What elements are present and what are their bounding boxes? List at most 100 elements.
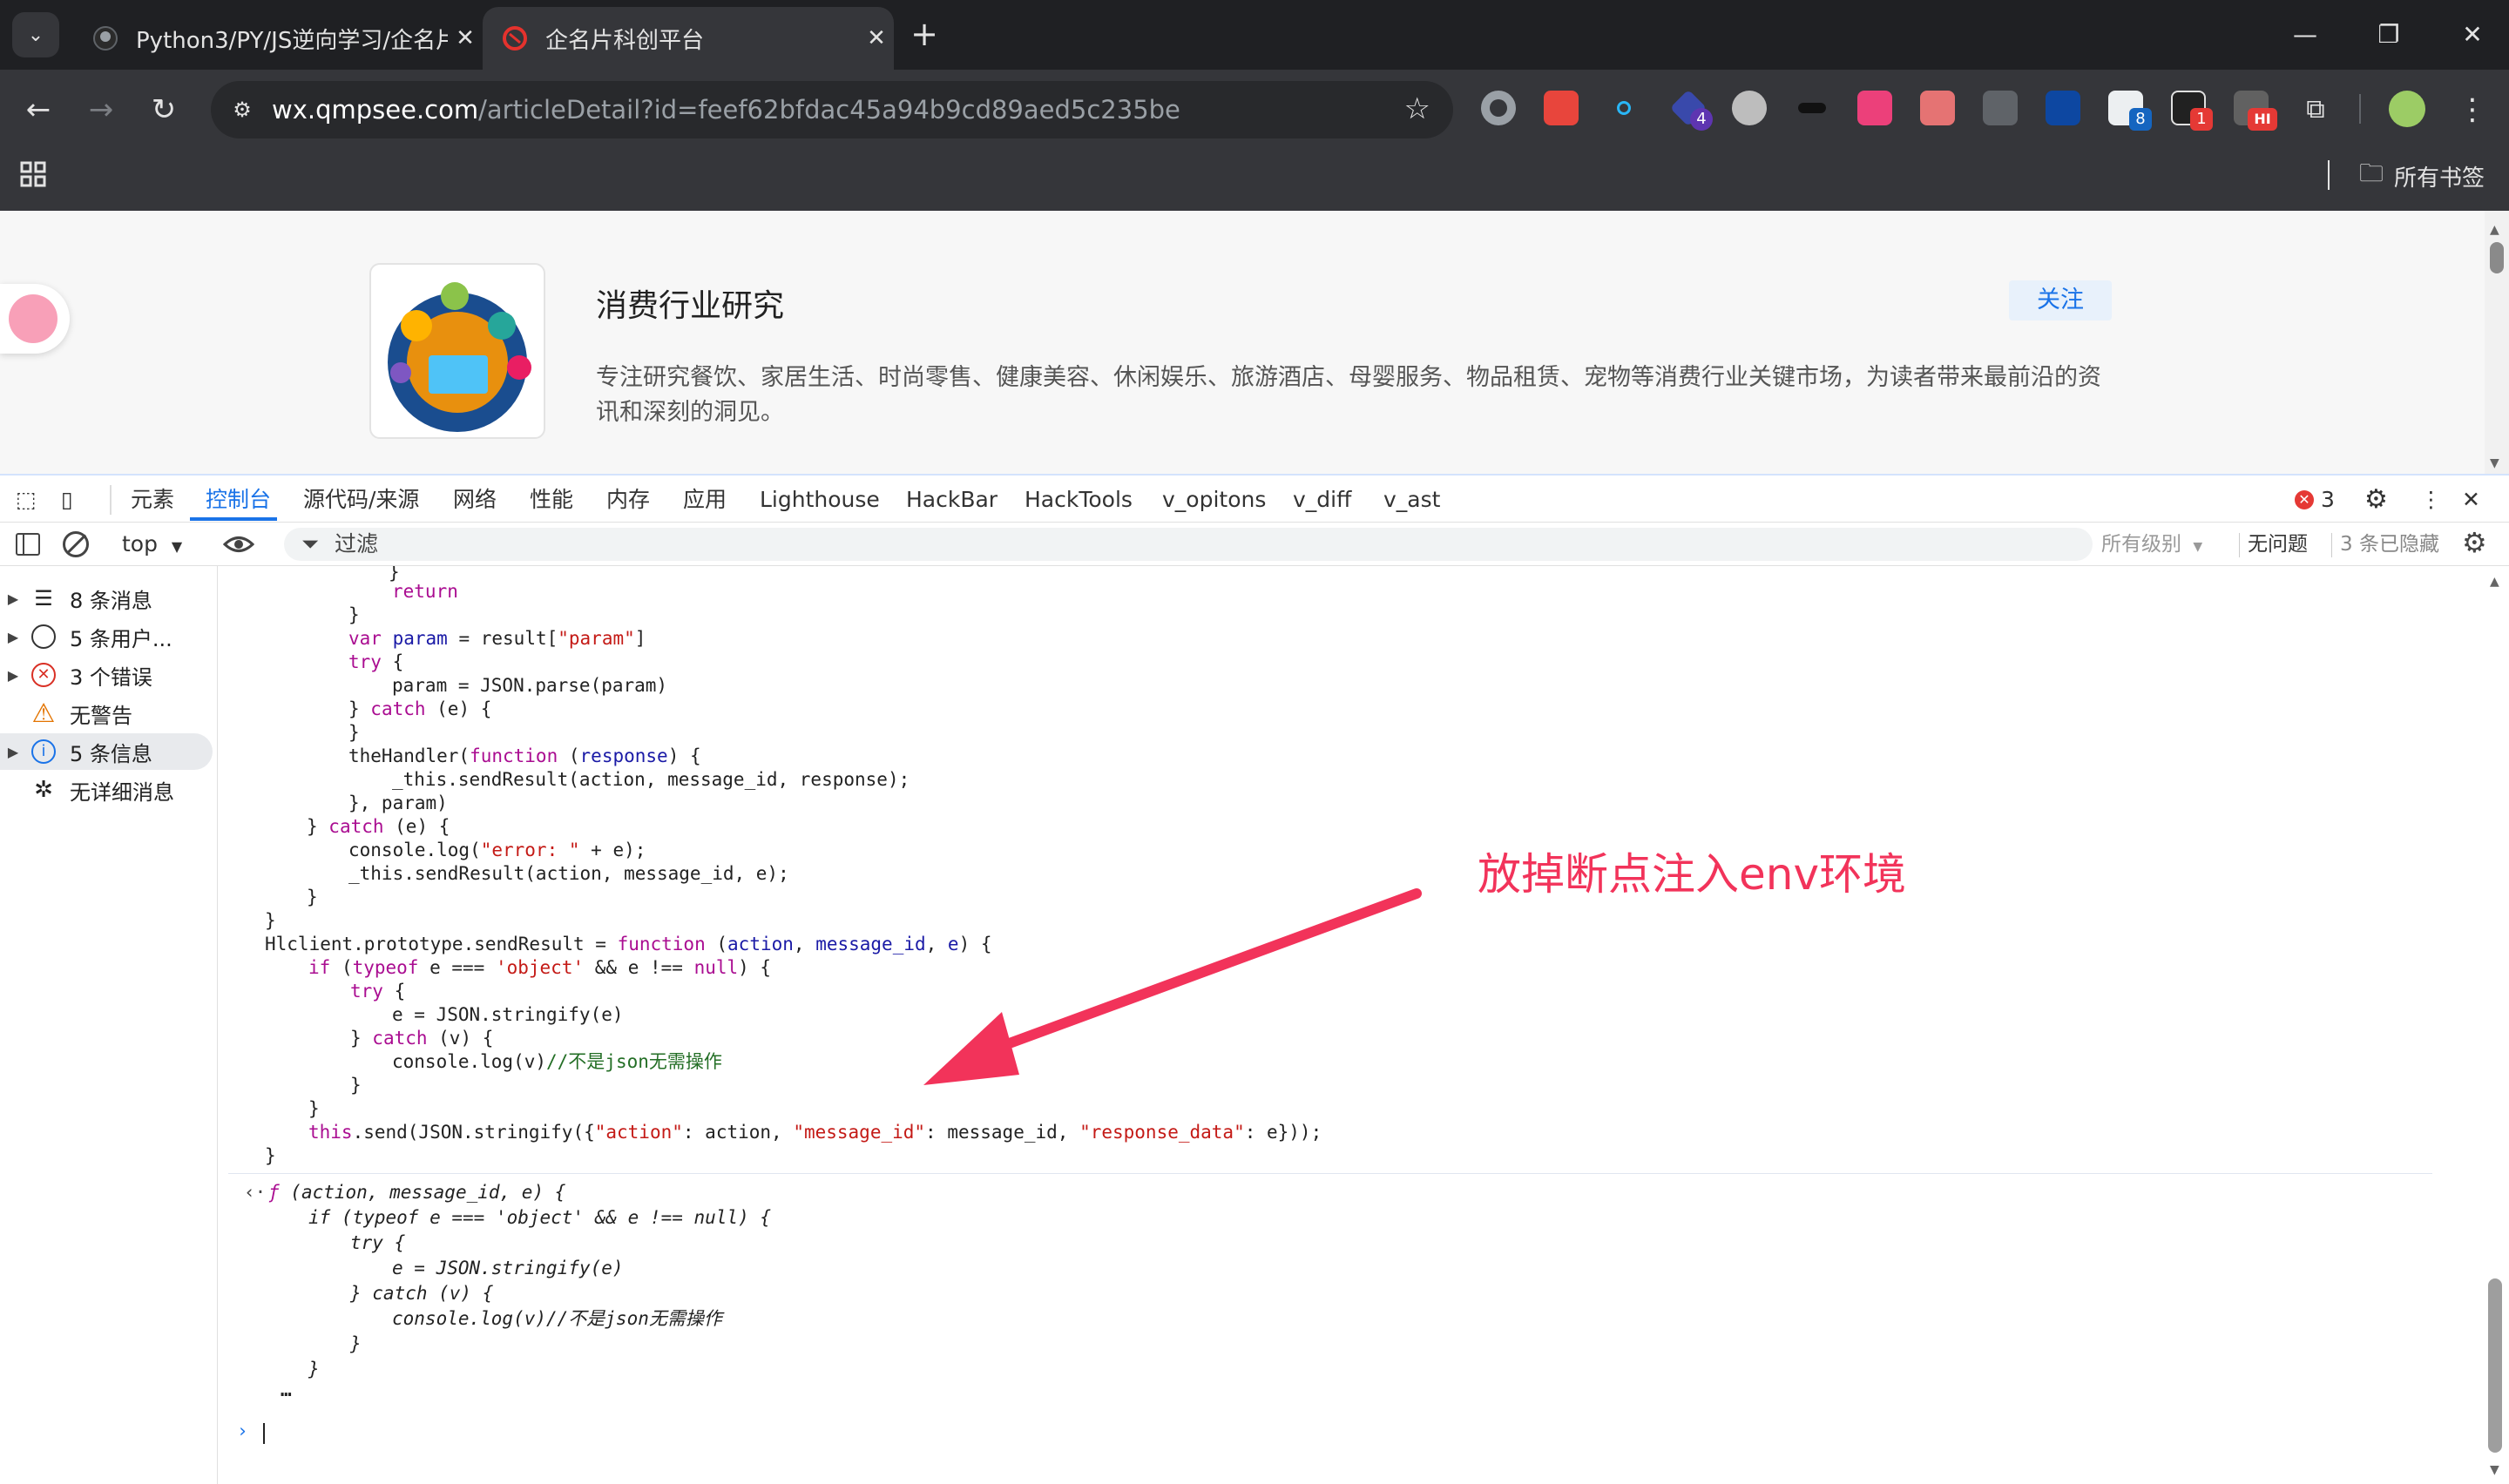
- tab-github[interactable]: Python3/PY/JS逆向学习/企名片 ✕: [73, 7, 483, 70]
- code-line: return: [392, 581, 458, 602]
- sidebar-item-label: 5 条用户...: [70, 626, 172, 651]
- extension-7-icon[interactable]: [1857, 91, 1892, 125]
- console-scroll-thumb[interactable]: [2488, 1278, 2502, 1453]
- scroll-up-icon[interactable]: ▲: [2490, 223, 2499, 237]
- extensions-puzzle-icon[interactable]: ⧉: [2296, 91, 2335, 129]
- message-separator: [228, 1173, 2432, 1174]
- new-tab-button[interactable]: +: [906, 16, 943, 52]
- sidebar-item-label: 5 条信息: [70, 741, 152, 766]
- page-scroll-thumb[interactable]: [2490, 242, 2504, 273]
- address-bar[interactable]: ⚙ wx.qmpsee.com /articleDetail?id=feef62…: [211, 81, 1453, 138]
- sidebar-item-verbose[interactable]: ✲ 无详细消息: [0, 772, 213, 808]
- site-info-icon[interactable]: ⚙: [225, 98, 260, 122]
- code-line: }: [348, 722, 360, 743]
- tab-hacktools[interactable]: HackTools: [1025, 476, 1133, 524]
- page-scrollbar[interactable]: ▲ ▼: [2485, 211, 2509, 474]
- follow-button[interactable]: 关注: [2009, 280, 2112, 320]
- restore-button[interactable]: ❐: [2370, 17, 2408, 52]
- extension-10-icon[interactable]: [2046, 91, 2080, 125]
- tab-sources[interactable]: 源代码/来源: [303, 476, 419, 524]
- expand-arrow-icon[interactable]: ▶: [0, 629, 26, 645]
- filter-icon: ⏷: [301, 531, 320, 556]
- expand-arrow-icon[interactable]: ▶: [0, 590, 26, 607]
- devtools-settings-icon[interactable]: ⚙: [2364, 476, 2388, 524]
- sidebar-toggle-icon[interactable]: [16, 533, 40, 556]
- tab-search-button[interactable]: ⌄: [12, 12, 59, 57]
- tab-memory[interactable]: 内存: [606, 476, 650, 524]
- close-tab-icon[interactable]: ✕: [859, 25, 894, 51]
- active-tab-indicator: [190, 517, 277, 521]
- browser-window: ⌄ Python3/PY/JS逆向学习/企名片 ✕ 企名片科创平台 ✕ + — …: [0, 0, 2509, 1484]
- toolbar-divider: [2359, 94, 2361, 124]
- extension-5-icon[interactable]: [1732, 91, 1767, 125]
- chevron-down-icon: ⌄: [27, 24, 44, 46]
- list-icon: ☰: [34, 586, 53, 610]
- close-window-button[interactable]: ✕: [2453, 17, 2492, 52]
- tab-lighthouse[interactable]: Lighthouse: [760, 476, 880, 524]
- console-input-caret[interactable]: [263, 1423, 265, 1444]
- code-line: try {: [348, 651, 404, 672]
- filter-input[interactable]: ⏷ 过滤: [284, 528, 2093, 561]
- bookmark-star-icon[interactable]: ☆: [1404, 91, 1430, 126]
- page-description: 专注研究餐饮、家居生活、时尚零售、健康美容、休闲娱乐、旅游酒店、母婴服务、物品租…: [596, 364, 2101, 426]
- result-line: if (typeof e === 'object' && e !== null)…: [308, 1207, 772, 1228]
- expand-arrow-icon[interactable]: ▶: [0, 667, 26, 684]
- extension-3-icon[interactable]: [1606, 91, 1641, 125]
- minimize-button[interactable]: —: [2286, 17, 2324, 52]
- sidebar-item-errors[interactable]: ▶ ✕ 3 个错误: [0, 657, 213, 693]
- code-line: _this.sendResult(action, message_id, res…: [392, 769, 910, 790]
- browser-menu-icon[interactable]: ⋮: [2453, 91, 2492, 129]
- extension-8-icon[interactable]: [1920, 91, 1955, 125]
- tab-performance[interactable]: 性能: [530, 476, 573, 524]
- devtools-close-icon[interactable]: ✕: [2462, 476, 2480, 524]
- expand-arrow-icon[interactable]: ▶: [0, 744, 26, 760]
- user-icon: [26, 623, 61, 651]
- translate-button[interactable]: [0, 284, 70, 354]
- extension-2-icon[interactable]: [1544, 91, 1579, 125]
- sidebar-item-label: 8 条消息: [70, 588, 152, 613]
- annotation-arrow: [923, 888, 1422, 1085]
- code-line: }: [348, 604, 360, 625]
- devtools-tabbar: ⬚ ▯ 元素 控制台 源代码/来源 网络 性能 内存 应用 Lighthouse…: [0, 474, 2509, 523]
- reload-button[interactable]: ↻: [145, 91, 183, 129]
- sidebar-item-user-messages[interactable]: ▶ 5 条用户...: [0, 618, 213, 655]
- tab-application[interactable]: 应用: [683, 476, 727, 524]
- profile-avatar[interactable]: [2389, 91, 2425, 127]
- result-ellipsis[interactable]: …: [281, 1379, 292, 1402]
- code-line: theHandler(function (response) {: [348, 745, 701, 766]
- console-settings-icon[interactable]: ⚙: [2462, 526, 2487, 559]
- extension-6-icon[interactable]: [1795, 91, 1829, 125]
- result-line: e = JSON.stringify(e): [392, 1258, 624, 1278]
- scroll-down-icon[interactable]: ▼: [2490, 1463, 2499, 1477]
- error-counter[interactable]: ✕ 3: [2295, 476, 2335, 524]
- issues-button[interactable]: 无问题: [2248, 526, 2308, 563]
- back-button[interactable]: ←: [19, 91, 57, 129]
- inspect-element-icon[interactable]: ⬚: [16, 476, 37, 524]
- forward-button[interactable]: →: [82, 91, 120, 129]
- devtools-menu-icon[interactable]: ⋮: [2420, 476, 2442, 524]
- apps-grid-icon[interactable]: [19, 160, 47, 188]
- code-line: } catch (e) {: [307, 816, 450, 837]
- device-toolbar-icon[interactable]: ▯: [61, 476, 73, 524]
- close-tab-icon[interactable]: ✕: [448, 25, 483, 51]
- tab-elements[interactable]: 元素: [131, 476, 174, 524]
- tab-v-opitons[interactable]: v_opitons: [1162, 476, 1266, 524]
- sidebar-item-warnings[interactable]: ⚠ 无警告: [0, 695, 213, 732]
- tab-hackbar[interactable]: HackBar: [906, 476, 998, 524]
- sidebar-item-info[interactable]: ▶ i 5 条信息: [0, 733, 213, 770]
- tab-v-ast[interactable]: v_ast: [1383, 476, 1440, 524]
- context-selector[interactable]: top ▼: [122, 526, 182, 563]
- all-bookmarks-folder[interactable]: 🗀 所有书签: [2359, 159, 2485, 193]
- tab-qimingpian[interactable]: 企名片科创平台 ✕: [483, 7, 894, 70]
- extension-1-icon[interactable]: [1481, 91, 1516, 125]
- scroll-down-icon[interactable]: ▼: [2490, 456, 2499, 470]
- live-expression-eye-icon[interactable]: [222, 531, 255, 557]
- tab-v-diff[interactable]: v_diff: [1293, 476, 1351, 524]
- log-levels-dropdown[interactable]: 所有级别 ▼: [2101, 528, 2202, 561]
- code-line: }: [350, 1075, 362, 1096]
- scroll-up-icon[interactable]: ▲: [2490, 575, 2499, 589]
- extension-9-icon[interactable]: [1983, 91, 2018, 125]
- clear-console-icon[interactable]: [63, 531, 89, 557]
- sidebar-item-messages[interactable]: ▶ ☰ 8 条消息: [0, 580, 213, 617]
- tab-network[interactable]: 网络: [453, 476, 497, 524]
